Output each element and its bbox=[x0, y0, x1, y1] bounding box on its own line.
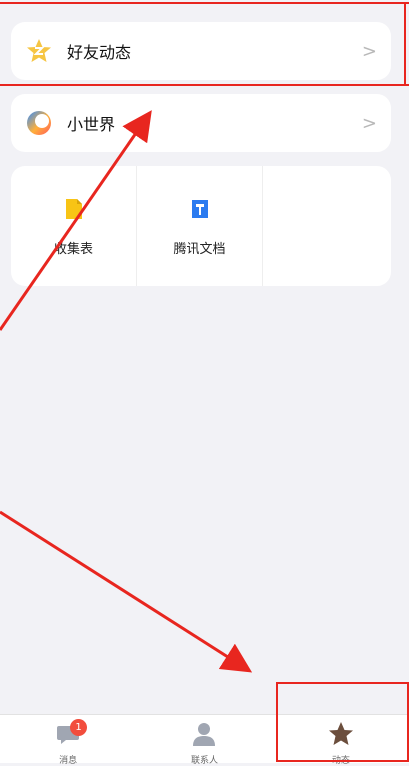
unread-badge: 1 bbox=[70, 719, 87, 736]
tab-contacts[interactable]: 联系人 bbox=[136, 715, 272, 766]
small-world-row[interactable]: 小世界 > bbox=[11, 94, 391, 152]
tab-feed[interactable]: 动态 bbox=[273, 715, 409, 766]
chevron-right-icon: > bbox=[361, 112, 377, 134]
tools-grid: 收集表 腾讯文档 bbox=[11, 166, 391, 286]
annotation-arrow-down bbox=[0, 510, 253, 673]
friend-feed-row[interactable]: 好友动态 > bbox=[11, 22, 391, 80]
tab-messages-label: 消息 bbox=[59, 756, 78, 766]
chevron-right-icon: > bbox=[361, 40, 377, 62]
collection-form-label: 收集表 bbox=[53, 242, 93, 257]
tab-feed-label: 动态 bbox=[331, 756, 350, 766]
collection-form-icon bbox=[65, 198, 83, 224]
contact-person-icon bbox=[191, 721, 217, 751]
tool-tencent-docs[interactable]: 腾讯文档 bbox=[137, 166, 263, 286]
tab-contacts-label: 联系人 bbox=[190, 756, 218, 766]
small-world-icon bbox=[25, 109, 53, 137]
tool-empty-slot bbox=[263, 166, 391, 286]
star-icon bbox=[25, 37, 53, 65]
tab-messages[interactable]: 1 消息 bbox=[0, 715, 136, 766]
feed-star-icon bbox=[327, 721, 355, 751]
bottom-tab-bar: 1 消息 联系人 动态 bbox=[0, 714, 409, 766]
friend-feed-label: 好友动态 bbox=[67, 43, 132, 62]
small-world-label: 小世界 bbox=[67, 115, 116, 134]
tencent-docs-icon bbox=[190, 198, 210, 224]
tool-collection-form[interactable]: 收集表 bbox=[11, 166, 137, 286]
tencent-docs-label: 腾讯文档 bbox=[173, 242, 226, 257]
